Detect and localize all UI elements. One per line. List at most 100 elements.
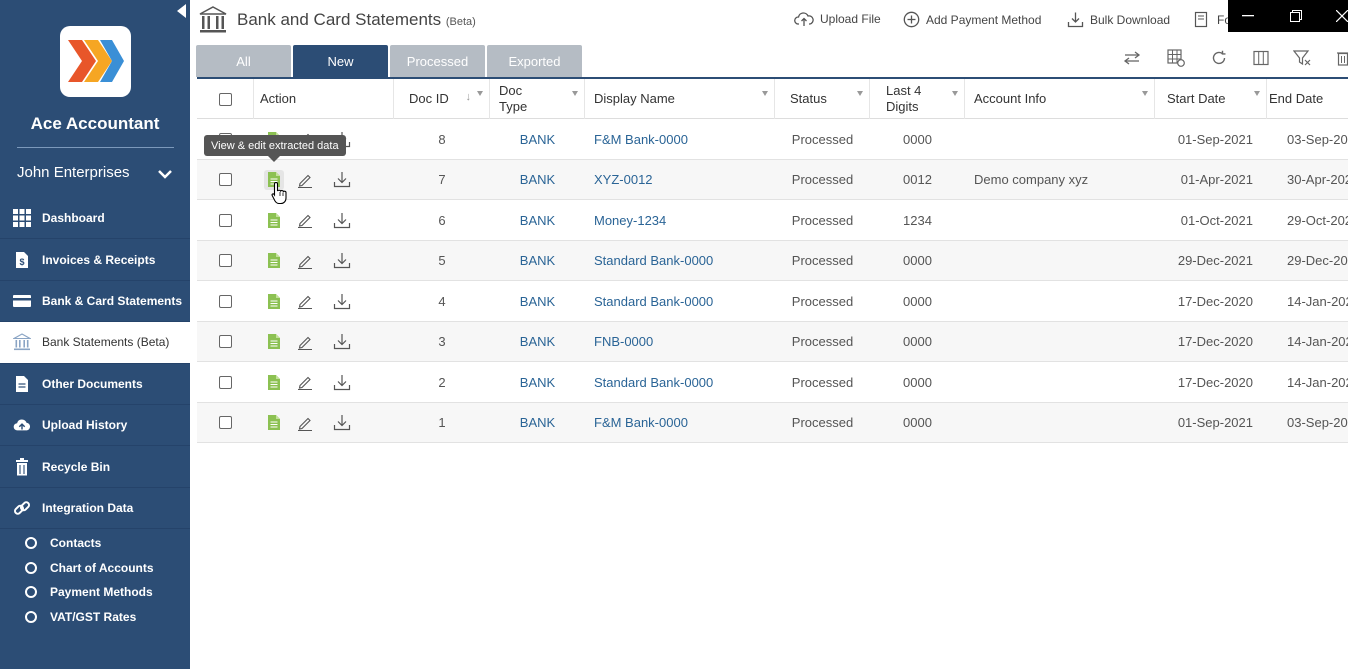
doc-type-cell[interactable]: BANK: [490, 403, 585, 443]
sidebar-item-invoices-receipts[interactable]: $ Invoices & Receipts: [0, 239, 190, 281]
subnav-item-vat-gst-rates[interactable]: VAT/GST Rates: [0, 605, 190, 630]
sidebar-item-recycle-bin[interactable]: Recycle Bin: [0, 446, 190, 488]
row-checkbox[interactable]: [219, 173, 232, 186]
table-row[interactable]: 8 BANK F&M Bank-0000 Processed 0000 01-Sep-20…: [197, 119, 1348, 160]
doc-type-cell[interactable]: BANK: [490, 160, 585, 200]
row-checkbox[interactable]: [219, 375, 232, 389]
refresh-icon[interactable]: [1208, 47, 1230, 69]
columns-icon[interactable]: [1250, 47, 1272, 69]
collapse-sidebar-icon[interactable]: [177, 4, 186, 18]
edit-icon[interactable]: [295, 372, 315, 392]
download-icon[interactable]: [332, 291, 352, 311]
display-name-link[interactable]: F&M Bank-0000: [594, 119, 774, 159]
trash-icon[interactable]: [1332, 47, 1348, 69]
edit-icon[interactable]: [295, 291, 315, 311]
row-checkbox[interactable]: [219, 254, 232, 267]
sidebar-item-bank-statements-beta[interactable]: Bank Statements (Beta): [0, 322, 190, 364]
download-icon[interactable]: [332, 372, 352, 392]
tab-exported[interactable]: Exported: [487, 45, 582, 77]
column-header-account-info[interactable]: Account Info: [965, 79, 1155, 119]
row-checkbox[interactable]: [219, 294, 232, 308]
filter-clear-icon[interactable]: [1291, 47, 1313, 69]
table-row[interactable]: 3 BANK FNB-0000 Processed 0000 17-Dec-2020 14-…: [197, 321, 1348, 362]
display-name-link[interactable]: Money-1234: [594, 200, 774, 240]
company-selector-label[interactable]: John Enterprises: [17, 164, 130, 181]
table-row[interactable]: 6 BANK Money-1234 Processed 1234 01-Oct-2021 2…: [197, 200, 1348, 241]
tab-processed[interactable]: Processed: [390, 45, 485, 77]
column-header-status[interactable]: Status: [775, 79, 870, 119]
column-header-doc-id[interactable]: Doc ID ↓: [394, 79, 490, 119]
table-row[interactable]: 4 BANK Standard Bank-0000 Processed 0000 17-D…: [197, 281, 1348, 322]
chevron-down-icon[interactable]: [158, 166, 172, 184]
upload-file-button[interactable]: Upload File: [794, 11, 881, 27]
column-header-display-name[interactable]: Display Name: [585, 79, 775, 119]
column-header-last4[interactable]: Last 4 Digits: [870, 79, 965, 119]
bulk-download-button[interactable]: Bulk Download: [1067, 11, 1170, 28]
tab-all[interactable]: All: [196, 45, 291, 77]
display-name-link[interactable]: Standard Bank-0000: [594, 281, 774, 321]
column-header-doc-type[interactable]: Doc Type: [490, 79, 585, 119]
display-name-link[interactable]: Standard Bank-0000: [594, 362, 774, 402]
row-checkbox[interactable]: [219, 213, 232, 227]
column-header-end-date[interactable]: End Date: [1267, 79, 1348, 119]
display-name-link[interactable]: XYZ-0012: [594, 160, 774, 200]
filter-icon[interactable]: [857, 91, 863, 96]
table-row[interactable]: 5 BANK Standard Bank-0000 Processed 0000 29-D…: [197, 240, 1348, 281]
edit-icon[interactable]: [295, 210, 315, 230]
doc-type-cell[interactable]: BANK: [490, 200, 585, 240]
view-document-icon[interactable]: [264, 210, 284, 230]
add-payment-method-button[interactable]: Add Payment Method: [903, 11, 1041, 28]
view-document-icon[interactable]: [264, 413, 284, 433]
tab-new[interactable]: New: [293, 45, 388, 77]
doc-type-cell[interactable]: BANK: [490, 241, 585, 281]
subnav-item-contacts[interactable]: Contacts: [0, 531, 190, 556]
filter-icon[interactable]: [1254, 91, 1260, 96]
sidebar-item-dashboard[interactable]: Dashboard: [0, 198, 190, 240]
doc-type-cell[interactable]: BANK: [490, 119, 585, 159]
download-icon[interactable]: [332, 210, 352, 230]
download-icon[interactable]: [332, 332, 352, 352]
sidebar-item-integration-data[interactable]: Integration Data: [0, 488, 190, 530]
view-document-icon[interactable]: [264, 332, 284, 352]
table-row[interactable]: 1 BANK F&M Bank-0000 Processed 0000 01-Sep-20…: [197, 402, 1348, 443]
select-all-checkbox[interactable]: [218, 92, 232, 106]
filter-icon[interactable]: [1142, 91, 1148, 96]
display-name-link[interactable]: F&M Bank-0000: [594, 403, 774, 443]
swap-icon[interactable]: [1121, 47, 1143, 69]
sort-down-icon[interactable]: ↓: [466, 89, 472, 105]
table-row[interactable]: 2 BANK Standard Bank-0000 Processed 0000 17-D…: [197, 362, 1348, 403]
table-row[interactable]: 7 BANK XYZ-0012 Processed 0012 Demo company x…: [197, 159, 1348, 200]
edit-icon[interactable]: [295, 413, 315, 433]
sidebar-item-bank-card-statements[interactable]: Bank & Card Statements: [0, 281, 190, 323]
view-document-icon[interactable]: [264, 372, 284, 392]
filter-icon[interactable]: [477, 91, 483, 96]
restore-icon[interactable]: [1276, 0, 1316, 32]
download-icon[interactable]: [332, 251, 352, 271]
table-settings-icon[interactable]: [1165, 47, 1187, 69]
sidebar-item-other-documents[interactable]: Other Documents: [0, 364, 190, 405]
doc-type-cell[interactable]: BANK: [490, 362, 585, 402]
view-document-icon[interactable]: [264, 291, 284, 311]
filter-icon[interactable]: [762, 91, 768, 96]
row-checkbox[interactable]: [219, 335, 232, 348]
subnav-item-payment-methods[interactable]: Payment Methods: [0, 580, 190, 605]
doc-type-cell[interactable]: BANK: [490, 281, 585, 321]
download-icon[interactable]: [332, 170, 352, 190]
row-checkbox[interactable]: [219, 416, 232, 429]
filter-icon[interactable]: [572, 91, 578, 96]
sidebar-item-upload-history[interactable]: Upload History: [0, 405, 190, 447]
close-icon[interactable]: [1322, 0, 1348, 32]
minimize-icon[interactable]: [1228, 0, 1268, 32]
doc-type-cell[interactable]: BANK: [490, 322, 585, 362]
filter-icon[interactable]: [952, 91, 958, 96]
download-icon[interactable]: [332, 413, 352, 433]
edit-icon[interactable]: [295, 170, 315, 190]
view-document-icon[interactable]: [264, 251, 284, 271]
more-header-button[interactable]: Fo: [1194, 11, 1231, 28]
edit-icon[interactable]: [295, 332, 315, 352]
display-name-link[interactable]: FNB-0000: [594, 322, 774, 362]
edit-icon[interactable]: [295, 251, 315, 271]
display-name-link[interactable]: Standard Bank-0000: [594, 241, 774, 281]
column-header-start-date[interactable]: Start Date: [1155, 79, 1267, 119]
subnav-item-chart-of-accounts[interactable]: Chart of Accounts: [0, 556, 190, 581]
